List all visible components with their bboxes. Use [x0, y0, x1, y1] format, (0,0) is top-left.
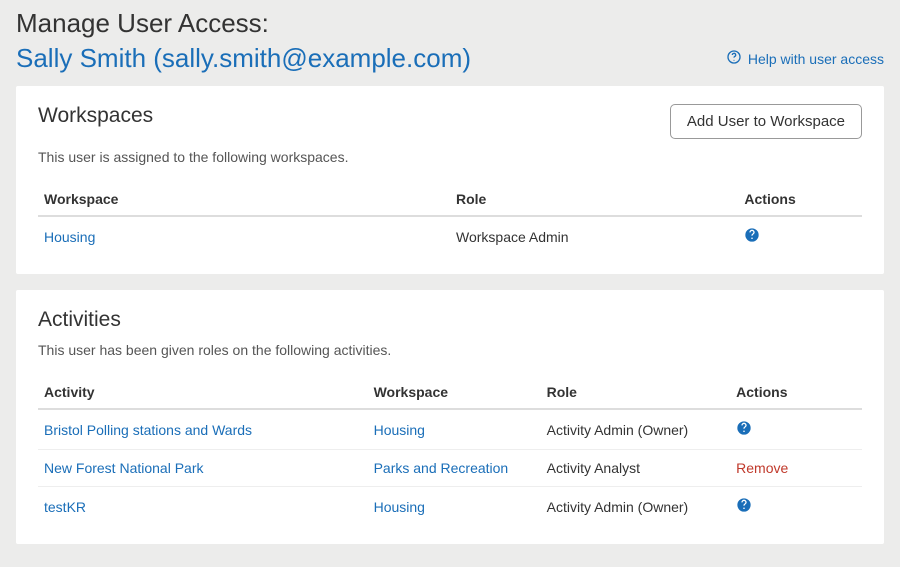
question-circle-icon	[726, 49, 742, 68]
question-circle-icon[interactable]	[744, 227, 760, 243]
table-row: Bristol Polling stations and Wards Housin…	[38, 409, 862, 450]
workspaces-title: Workspaces	[38, 104, 153, 128]
actions-cell	[738, 216, 862, 256]
table-row: testKR Housing Activity Admin (Owner)	[38, 487, 862, 527]
activities-card-header: Activities	[38, 308, 862, 332]
workspaces-table: Workspace Role Actions Housing Workspace …	[38, 183, 862, 256]
workspaces-description: This user is assigned to the following w…	[38, 149, 862, 165]
table-row: Housing Workspace Admin	[38, 216, 862, 256]
actions-cell	[730, 487, 862, 527]
table-row: New Forest National Park Parks and Recrea…	[38, 450, 862, 487]
question-circle-icon[interactable]	[736, 420, 752, 436]
col-role: Role	[541, 376, 731, 409]
page-header: Manage User Access: Sally Smith (sally.s…	[0, 0, 900, 86]
question-circle-icon[interactable]	[736, 497, 752, 513]
col-workspace: Workspace	[368, 376, 541, 409]
col-actions: Actions	[738, 183, 862, 216]
help-link-label: Help with user access	[748, 51, 884, 67]
activity-link[interactable]: New Forest National Park	[44, 460, 204, 476]
col-activity: Activity	[38, 376, 368, 409]
workspace-link[interactable]: Parks and Recreation	[374, 460, 509, 476]
activities-title: Activities	[38, 308, 121, 332]
activities-card: Activities This user has been given role…	[16, 290, 884, 544]
col-workspace: Workspace	[38, 183, 450, 216]
remove-link[interactable]: Remove	[736, 460, 788, 476]
activity-link[interactable]: testKR	[44, 499, 86, 515]
user-row: Sally Smith (sally.smith@example.com) He…	[16, 43, 884, 74]
activities-table: Activity Workspace Role Actions Bristol …	[38, 376, 862, 526]
col-role: Role	[450, 183, 738, 216]
role-cell: Activity Admin (Owner)	[541, 409, 731, 450]
workspaces-card-header: Workspaces Add User to Workspace	[38, 104, 862, 139]
workspaces-card: Workspaces Add User to Workspace This us…	[16, 86, 884, 274]
workspace-link[interactable]: Housing	[44, 229, 95, 245]
workspace-link[interactable]: Housing	[374, 499, 425, 515]
help-with-user-access-link[interactable]: Help with user access	[726, 49, 884, 68]
role-cell: Activity Analyst	[541, 450, 731, 487]
add-user-to-workspace-button[interactable]: Add User to Workspace	[670, 104, 862, 139]
role-cell: Activity Admin (Owner)	[541, 487, 731, 527]
role-cell: Workspace Admin	[450, 216, 738, 256]
user-link[interactable]: Sally Smith (sally.smith@example.com)	[16, 43, 471, 74]
col-actions: Actions	[730, 376, 862, 409]
workspace-link[interactable]: Housing	[374, 422, 425, 438]
activities-description: This user has been given roles on the fo…	[38, 342, 862, 358]
activity-link[interactable]: Bristol Polling stations and Wards	[44, 422, 252, 438]
page-title: Manage User Access:	[16, 8, 884, 39]
actions-cell: Remove	[730, 450, 862, 487]
actions-cell	[730, 409, 862, 450]
